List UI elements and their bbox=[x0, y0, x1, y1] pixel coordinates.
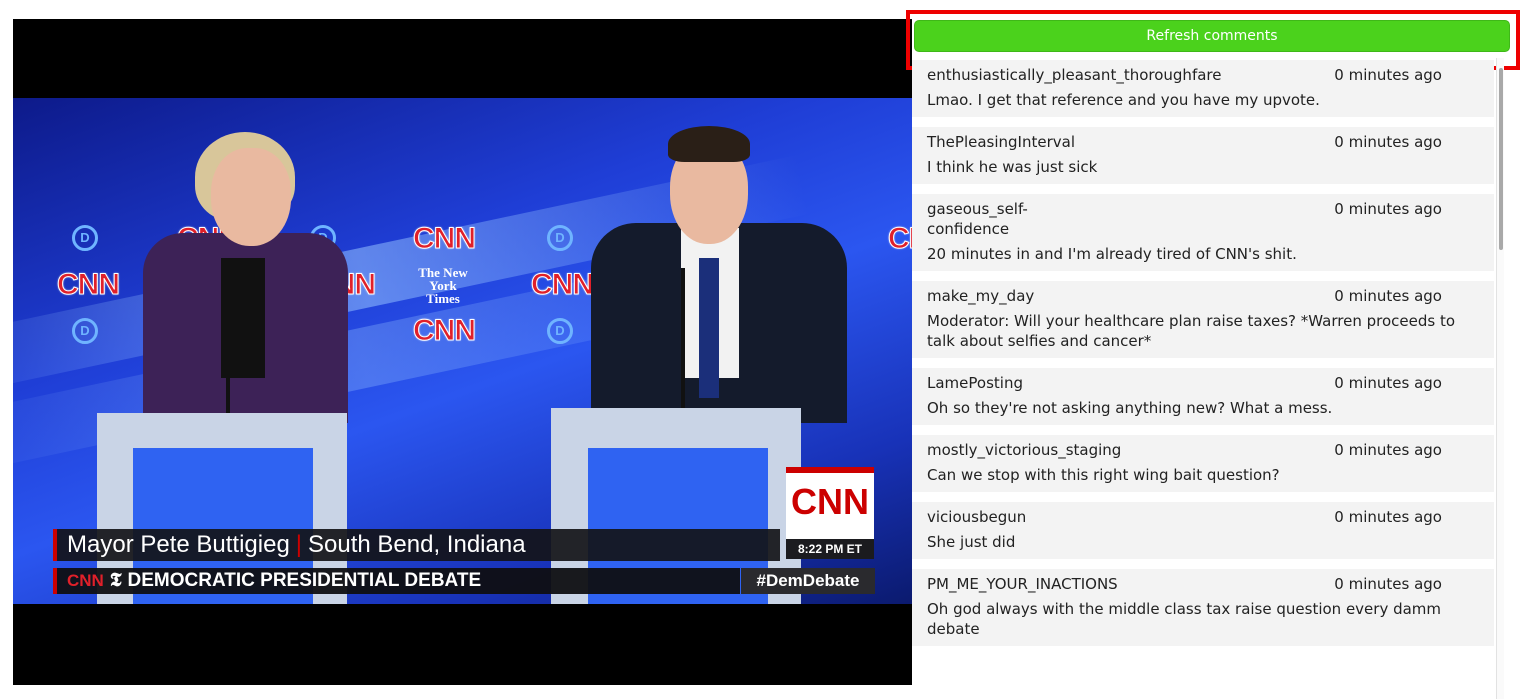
cnn-logo-icon: CNN bbox=[413, 222, 477, 256]
comment-item: enthusiastically_pleasant_thoroughfare 0 … bbox=[912, 60, 1494, 117]
comment-text: Oh god always with the middle class tax … bbox=[927, 600, 1442, 638]
dem-logo-icon: D bbox=[72, 318, 98, 344]
cnn-logo-icon: CNN bbox=[57, 268, 121, 302]
comment-item: mostly_victorious_staging 0 minutes ago C… bbox=[912, 435, 1494, 492]
chyron-title-bar: CNN 𝕿 DEMOCRATIC PRESIDENTIAL DEBATE bbox=[53, 568, 740, 594]
comment-item: LamePosting 0 minutes ago Oh so they're n… bbox=[912, 368, 1494, 425]
candidate-right-tie bbox=[699, 258, 719, 398]
microphone-icon bbox=[681, 268, 685, 408]
comment-timestamp: 0 minutes ago bbox=[1334, 133, 1442, 151]
comment-timestamp: 0 minutes ago bbox=[1334, 66, 1442, 84]
candidate-left-face bbox=[211, 148, 291, 246]
chyron-event-title: DEMOCRATIC PRESIDENTIAL DEBATE bbox=[127, 570, 482, 591]
video-player[interactable]: D CNN D CNN D CNN CNN The New York Times… bbox=[13, 19, 912, 685]
refresh-comments-button[interactable]: Refresh comments bbox=[914, 20, 1510, 52]
comment-username[interactable]: make_my_day bbox=[927, 286, 1034, 306]
comment-text: 20 minutes in and I'm already tired of C… bbox=[927, 245, 1297, 263]
cnn-logo-icon: CNN bbox=[531, 268, 595, 302]
chyron-name-bar: Mayor Pete Buttigieg | South Bend, Indiana bbox=[53, 529, 780, 561]
comment-text: Lmao. I get that reference and you have … bbox=[927, 91, 1320, 109]
broadcast-time: 8:22 PM ET bbox=[786, 539, 874, 559]
nyt-logo-icon: The New York Times bbox=[418, 265, 468, 306]
comment-text: Moderator: Will your healthcare plan rai… bbox=[927, 312, 1456, 350]
cnn-logo-icon: CNN bbox=[413, 314, 477, 348]
nyt-logo-icon: 𝕿 bbox=[109, 570, 122, 591]
comment-timestamp: 0 minutes ago bbox=[1334, 508, 1442, 526]
microphone-icon bbox=[226, 303, 230, 413]
dem-logo-icon: D bbox=[547, 318, 573, 344]
comment-username[interactable]: ThePleasingInterval bbox=[927, 132, 1075, 152]
cnn-logo-icon: CNN bbox=[791, 481, 869, 522]
comment-item: PM_ME_YOUR_INACTIONS 0 minutes ago Oh god… bbox=[912, 569, 1494, 646]
candidate-right-hair bbox=[668, 126, 750, 162]
comment-timestamp: 0 minutes ago bbox=[1334, 374, 1442, 392]
chyron-speaker-location: South Bend, Indiana bbox=[308, 531, 526, 558]
comment-username[interactable]: viciousbegun bbox=[927, 507, 1026, 527]
comment-username[interactable]: LamePosting bbox=[927, 373, 1023, 393]
comment-item: gaseous_self-confidence 0 minutes ago 20 … bbox=[912, 194, 1494, 271]
hashtag-badge: #DemDebate bbox=[741, 568, 875, 594]
comment-item: make_my_day 0 minutes ago Moderator: Will… bbox=[912, 281, 1494, 358]
comment-item: viciousbegun 0 minutes ago She just did bbox=[912, 502, 1494, 559]
dem-logo-icon: D bbox=[72, 225, 98, 251]
comment-text: Oh so they're not asking anything new? W… bbox=[927, 399, 1333, 417]
chyron-speaker-name: Mayor Pete Buttigieg bbox=[67, 531, 290, 558]
comment-timestamp: 0 minutes ago bbox=[1334, 575, 1442, 593]
chyron-separator: | bbox=[295, 531, 303, 558]
comment-username[interactable]: mostly_victorious_staging bbox=[927, 440, 1121, 460]
comment-username[interactable]: gaseous_self-confidence bbox=[927, 199, 1037, 239]
video-frame: D CNN D CNN D CNN CNN The New York Times… bbox=[13, 98, 912, 604]
comments-panel: Refresh comments enthusiastically_pleasa… bbox=[906, 10, 1522, 699]
comment-item: ThePleasingInterval 0 minutes ago I think… bbox=[912, 127, 1494, 184]
dem-logo-icon: D bbox=[547, 225, 573, 251]
comment-timestamp: 0 minutes ago bbox=[1334, 200, 1442, 218]
comment-text: Can we stop with this right wing bait qu… bbox=[927, 466, 1280, 484]
comment-timestamp: 0 minutes ago bbox=[1334, 441, 1442, 459]
comment-list[interactable]: enthusiastically_pleasant_thoroughfare 0 … bbox=[912, 60, 1494, 699]
comment-timestamp: 0 minutes ago bbox=[1334, 287, 1442, 305]
cnn-logo-icon: CNN bbox=[67, 571, 104, 590]
network-bug: CNN 8:22 PM ET bbox=[786, 467, 874, 559]
comment-text: She just did bbox=[927, 533, 1016, 551]
comment-username[interactable]: enthusiastically_pleasant_thoroughfare bbox=[927, 65, 1221, 85]
comment-username[interactable]: PM_ME_YOUR_INACTIONS bbox=[927, 574, 1118, 594]
comment-text: I think he was just sick bbox=[927, 158, 1098, 176]
comments-scrollbar-thumb[interactable] bbox=[1499, 68, 1503, 250]
